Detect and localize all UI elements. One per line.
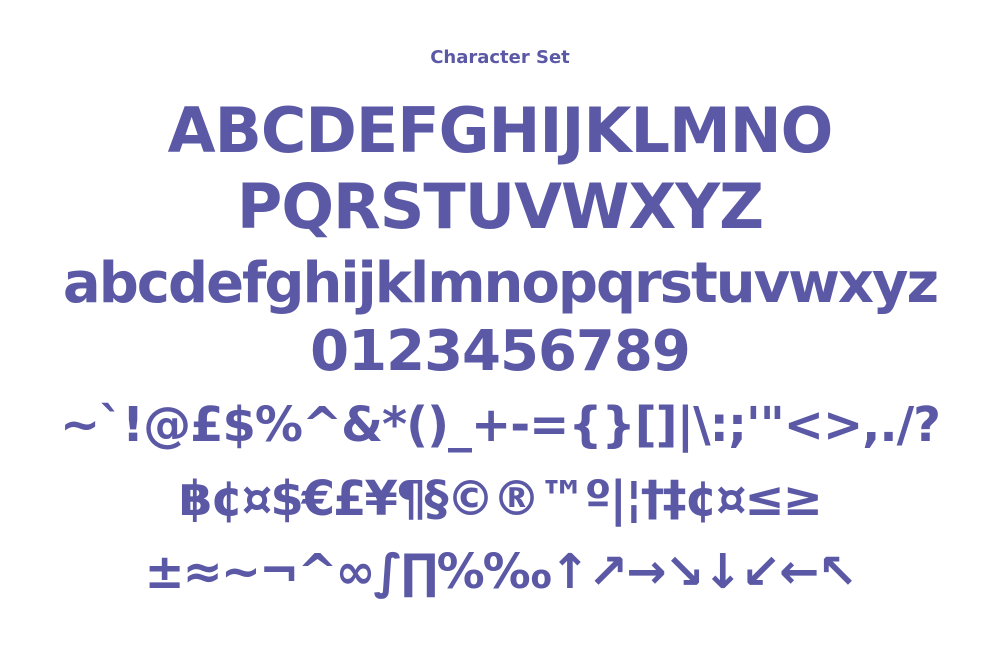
lowercase-row: abcdefghijklmnopqrstuvwxyz [62, 251, 939, 316]
punctuation-row: ~`!@£$%^&*()_+-={}[]|\:;'"<>,./? [59, 397, 941, 453]
currency-symbols-row: ฿¢¤$€£¥¶§©®™º|¦†‡¢¤≤≥ [179, 471, 823, 527]
character-set-specimen: Character Set ABCDEFGHIJKLMNO PQRSTUVWXY… [0, 0, 1000, 667]
numerals-row: 0123456789 [310, 319, 691, 384]
uppercase-row-2: PQRSTUVWXYZ [236, 170, 764, 243]
uppercase-row-1: ABCDEFGHIJKLMNO [167, 94, 834, 167]
page-title: Character Set [430, 47, 570, 68]
math-arrows-row: ±≈~¬^∞∫∏%‰↑↗→↘↓↙←↖ [144, 544, 857, 600]
